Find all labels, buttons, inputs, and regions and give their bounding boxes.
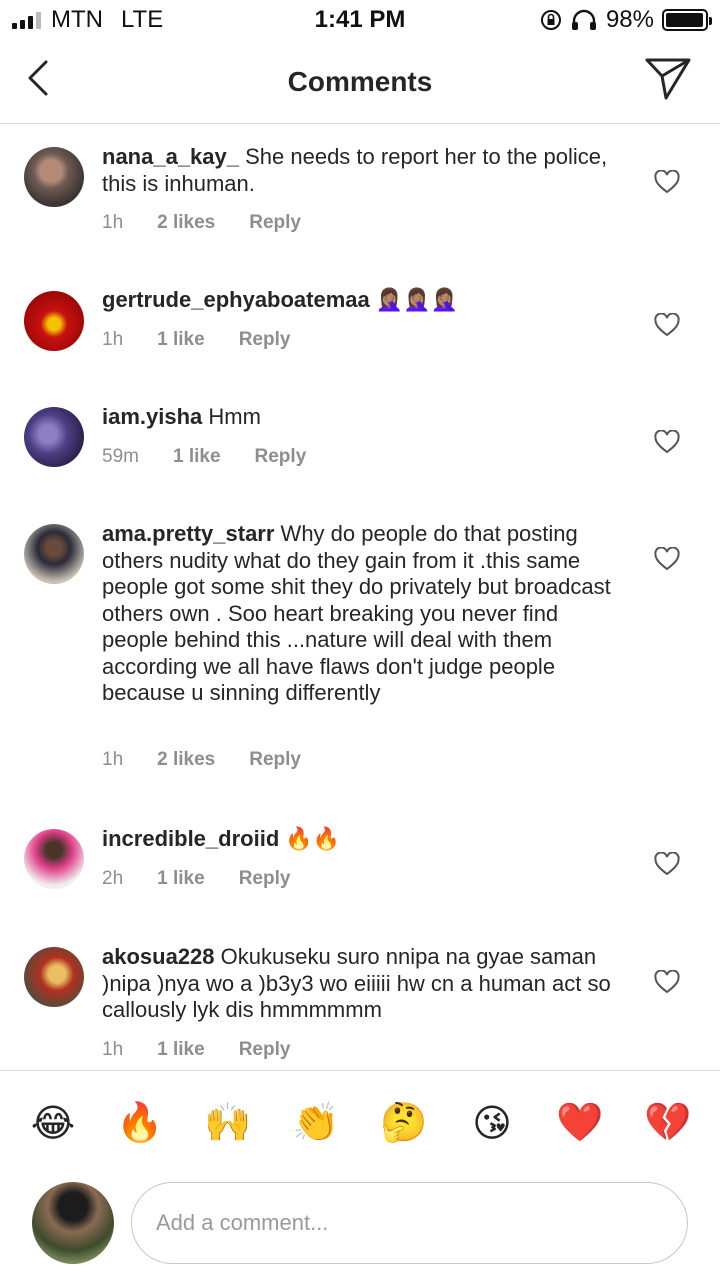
avatar[interactable]: [24, 829, 84, 889]
reply-button[interactable]: Reply: [249, 749, 301, 771]
avatar[interactable]: [24, 291, 84, 351]
comment-time: 1h: [102, 1039, 124, 1060]
comment-likes[interactable]: 1 like: [157, 868, 205, 890]
comment-text-block: iam.yisha Hmm: [102, 404, 622, 431]
comment-text-block: incredible_droiid 🔥🔥: [102, 826, 622, 853]
comment-username[interactable]: nana_a_kay_: [102, 144, 239, 169]
paper-plane-icon: [645, 58, 691, 100]
emoji-laughing-button[interactable]: 😂: [28, 1101, 78, 1146]
comment-meta: 1h 2 likes Reply: [102, 749, 335, 771]
reply-button[interactable]: Reply: [239, 329, 291, 351]
comment-username[interactable]: ama.pretty_starr: [102, 521, 274, 546]
emoji-thinking-button[interactable]: 🤔: [379, 1101, 429, 1145]
emoji-broken-heart-button[interactable]: 💔: [643, 1101, 693, 1145]
page-title: Comments: [287, 66, 433, 97]
battery-fill: [666, 13, 704, 27]
comment-text: Hmm: [202, 404, 261, 429]
comment-username[interactable]: incredible_droiid: [102, 826, 279, 851]
emoji-bar: 😂 🔥 🙌 👏 🤔 😘 ❤️ 💔: [0, 1070, 720, 1170]
comment-time: 1h: [102, 212, 124, 233]
emoji-fire-button[interactable]: 🔥: [115, 1101, 165, 1145]
share-button[interactable]: [644, 56, 692, 102]
headphones-icon: [571, 9, 596, 30]
battery-icon: [662, 9, 712, 31]
avatar[interactable]: [24, 407, 84, 467]
comment-username[interactable]: gertrude_ephyaboatemaa: [102, 287, 370, 312]
comment-time: 59m: [102, 446, 139, 467]
heart-icon[interactable]: [654, 313, 680, 337]
comment-input[interactable]: [131, 1182, 688, 1264]
heart-icon[interactable]: [654, 430, 680, 454]
reply-button[interactable]: Reply: [249, 212, 301, 234]
status-right: 98%: [540, 6, 712, 34]
reply-button[interactable]: Reply: [255, 446, 307, 468]
avatar[interactable]: [24, 524, 84, 584]
heart-icon[interactable]: [654, 970, 680, 994]
comment-likes[interactable]: 1 like: [157, 1039, 205, 1061]
comment-likes[interactable]: 1 like: [157, 329, 205, 351]
emoji-heart-button[interactable]: ❤️: [555, 1101, 605, 1145]
comment-time: 1h: [102, 329, 124, 350]
avatar[interactable]: [24, 147, 84, 207]
rotation-lock-icon: [540, 10, 561, 30]
comment-text: Why do people do that posting others nud…: [102, 521, 611, 705]
comment-text: 🤦🏽‍♀️🤦🏽‍♀️🤦🏽‍♀️: [369, 287, 459, 312]
emoji-kiss-button[interactable]: 😘: [467, 1101, 517, 1146]
comment-text-block: akosua228 Okukuseku suro nnipa na gyae s…: [102, 944, 622, 1024]
heart-icon[interactable]: [654, 170, 680, 194]
emoji-raised-hands-button[interactable]: 🙌: [203, 1101, 253, 1145]
comment-text-block: nana_a_kay_ She needs to report her to t…: [102, 144, 622, 197]
comment-composer: [0, 1170, 720, 1280]
comment-text-block: ama.pretty_starr Why do people do that p…: [102, 521, 622, 707]
avatar[interactable]: [24, 947, 84, 1007]
avatar: [32, 1182, 114, 1264]
emoji-clap-button[interactable]: 👏: [291, 1101, 341, 1145]
heart-icon[interactable]: [654, 852, 680, 876]
comment-likes[interactable]: 1 like: [173, 446, 221, 468]
reply-button[interactable]: Reply: [239, 1039, 291, 1061]
reply-button[interactable]: Reply: [239, 868, 291, 890]
comment-likes[interactable]: 2 likes: [157, 749, 215, 771]
comment-meta: 1h 1 like Reply: [102, 1039, 324, 1061]
comment-meta: 2h 1 like Reply: [102, 868, 324, 890]
comment-username[interactable]: iam.yisha: [102, 404, 202, 429]
heart-icon[interactable]: [654, 547, 680, 571]
comment-time: 2h: [102, 868, 124, 889]
status-bar: MTN LTE 1:41 PM 98%: [0, 0, 720, 40]
comment-likes[interactable]: 2 likes: [157, 212, 215, 234]
comment-text: 🔥🔥: [279, 826, 341, 851]
comment-text-block: gertrude_ephyaboatemaa 🤦🏽‍♀️🤦🏽‍♀️🤦🏽‍♀️: [102, 287, 622, 314]
comment-username[interactable]: akosua228: [102, 944, 215, 969]
header: Comments: [0, 40, 720, 124]
comments-list[interactable]: nana_a_kay_ She needs to report her to t…: [0, 125, 720, 1070]
battery-percent: 98%: [605, 6, 654, 33]
comment-meta: 1h 2 likes Reply: [102, 212, 335, 234]
comment-time: 1h: [102, 749, 124, 770]
comment-meta: 59m 1 like Reply: [102, 446, 340, 468]
comment-meta: 1h 1 like Reply: [102, 329, 324, 351]
